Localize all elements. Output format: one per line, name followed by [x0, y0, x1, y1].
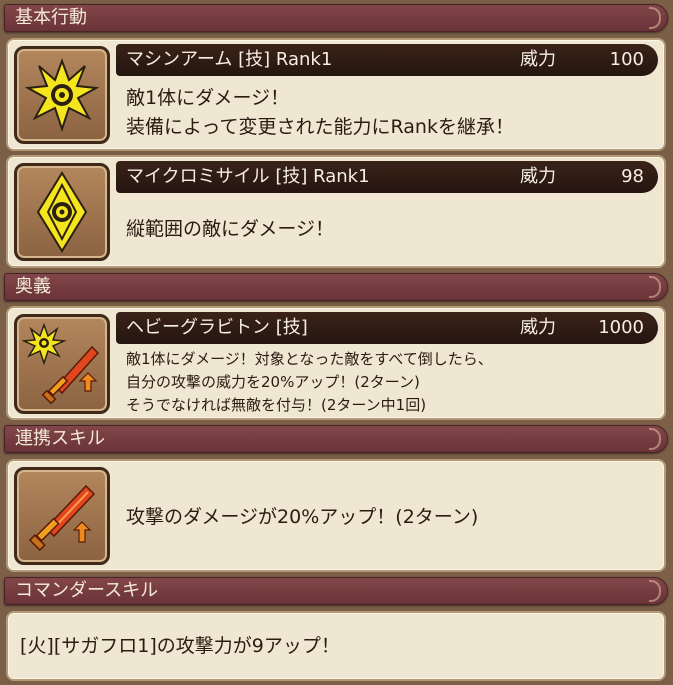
- section-header-ougi: 奥義: [4, 273, 668, 301]
- section-title-basic: 基本行動: [15, 7, 87, 28]
- yellow-starburst-icon: [25, 58, 99, 132]
- section-header-commander: コマンダースキル: [4, 577, 668, 605]
- renkei-description: 攻撃のダメージが20%アップ！(2ターン): [126, 506, 479, 528]
- power-label: 威力: [520, 166, 556, 187]
- skill-icon-frame: [14, 46, 110, 144]
- flame-sword-up-icon: [28, 484, 96, 552]
- description-line: 自分の攻撃の威力を20%アップ！(2ターン): [126, 373, 420, 391]
- skill-card-micro-missile[interactable]: マイクロミサイル [技] Rank1 威力 98 縦範囲の敵にダメージ！: [6, 155, 666, 268]
- header-curl-ornament: [649, 428, 661, 450]
- commander-skill-card[interactable]: [火][サガフロ1]の攻撃力が9アップ！: [6, 611, 666, 681]
- description-line: そうでなければ無敵を付与！(2ターン中1回): [126, 396, 427, 414]
- header-curl-ornament: [649, 276, 661, 298]
- description-line: 装備によって変更された能力にRankを継承！: [126, 116, 514, 138]
- description-line: 敵1体にダメージ！対象となった敵をすべて倒したら、: [126, 350, 493, 368]
- skill-description: 敵1体にダメージ！ 装備によって変更された能力にRankを継承！: [126, 84, 654, 142]
- section-title-commander: コマンダースキル: [15, 580, 159, 601]
- description-line: 縦範囲の敵にダメージ！: [126, 218, 335, 240]
- skill-icon-frame: [14, 467, 110, 565]
- power-value: 98: [621, 166, 644, 187]
- power-label: 威力: [520, 49, 556, 70]
- skill-icon-frame: [14, 163, 110, 261]
- section-title-ougi: 奥義: [15, 276, 51, 297]
- skill-card-machine-arm[interactable]: マシンアーム [技] Rank1 威力 100 敵1体にダメージ！ 装備によって…: [6, 38, 666, 151]
- power-value: 1000: [598, 317, 644, 338]
- power-value: 100: [609, 49, 644, 70]
- section-header-renkei: 連携スキル: [4, 425, 668, 453]
- skill-name: マイクロミサイル [技] Rank1: [126, 166, 370, 187]
- description-line: 敵1体にダメージ！: [126, 87, 290, 109]
- skill-title-bar: マイクロミサイル [技] Rank1 威力 98: [116, 161, 658, 193]
- yellow-diamond-eye-icon: [36, 171, 88, 253]
- section-header-basic: 基本行動: [4, 4, 668, 32]
- commander-description: [火][サガフロ1]の攻撃力が9アップ！: [20, 635, 340, 657]
- starburst-and-sword-icon: [22, 322, 100, 405]
- section-title-renkei: 連携スキル: [15, 428, 105, 449]
- power-label: 威力: [520, 317, 556, 338]
- skill-icon-frame: [14, 314, 110, 414]
- skill-title-bar: マシンアーム [技] Rank1 威力 100: [116, 44, 658, 76]
- skill-name: マシンアーム [技] Rank1: [126, 49, 333, 70]
- header-curl-ornament: [649, 7, 661, 29]
- skill-description: 敵1体にダメージ！対象となった敵をすべて倒したら、 自分の攻撃の威力を20%アッ…: [126, 348, 654, 417]
- renkei-skill-card[interactable]: 攻撃のダメージが20%アップ！(2ターン): [6, 459, 666, 572]
- skill-card-heavy-graviton[interactable]: ヘビーグラビトン [技] 威力 1000 敵1体にダメージ！対象となった敵をすべ…: [6, 306, 666, 420]
- skill-title-bar: ヘビーグラビトン [技] 威力 1000: [116, 312, 658, 344]
- skill-description: 縦範囲の敵にダメージ！: [126, 215, 654, 244]
- skill-name: ヘビーグラビトン [技]: [126, 317, 308, 338]
- header-curl-ornament: [649, 580, 661, 602]
